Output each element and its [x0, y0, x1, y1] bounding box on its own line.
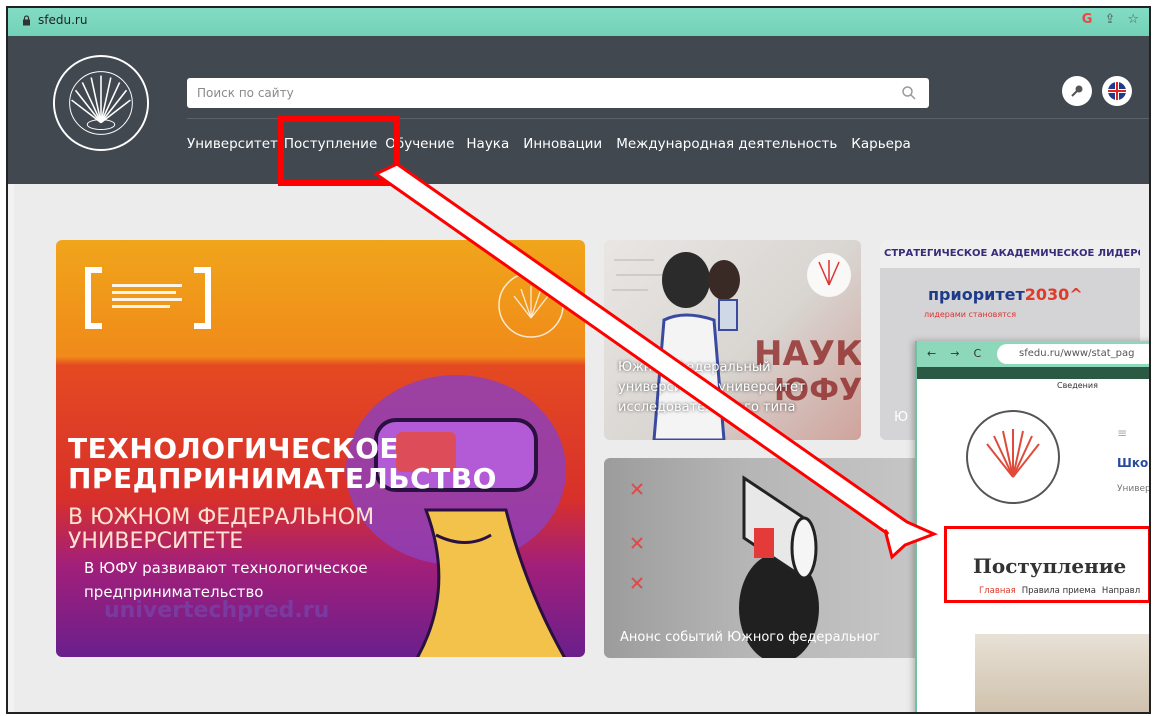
- annotation-arrow: [373, 162, 938, 560]
